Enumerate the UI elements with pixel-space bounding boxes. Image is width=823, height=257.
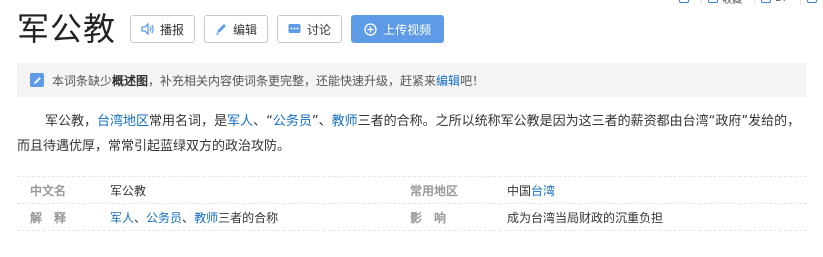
info-value-chinese-name: 军公教 [110, 183, 147, 198]
info-link-civil-servant[interactable]: 公务员 [146, 211, 182, 225]
info-key-explanation: 解释 [30, 210, 79, 225]
read-aloud-label: 播报 [160, 22, 185, 37]
missing-image-notice: 本词条缺少 概述图 ，补充相关内容使词条更完整，还能快速升级，赶紧来 编辑 吧！ [17, 63, 806, 97]
top-toolbar: 收藏 27 [673, 0, 823, 6]
thumb-up-icon [761, 0, 772, 3]
info-link-teacher[interactable]: 教师 [194, 211, 218, 225]
like-button[interactable]: 27 [754, 0, 794, 5]
link-taiwan[interactable]: 台湾 [531, 184, 555, 198]
title-row: 军公教 播报 编辑 讨论 上传视频 [17, 6, 453, 52]
notice-middle: ，补充相关内容使词条更完整，还能快速升级，赶紧来 [148, 73, 437, 88]
like-count: 27 [775, 0, 788, 4]
share-button[interactable] [673, 0, 695, 5]
speaker-icon [141, 23, 154, 35]
link-civil-servant[interactable]: 公务员 [273, 114, 312, 129]
page-title: 军公教 [17, 10, 117, 48]
summary-text-2: 常用名词，是 [149, 114, 228, 129]
edit-note-icon [30, 73, 44, 87]
notice-edit-link[interactable]: 编辑 [436, 72, 460, 89]
notice-prefix: 本词条缺少 [52, 73, 113, 88]
pencil-icon [216, 24, 227, 35]
link-teacher[interactable]: 教师 [332, 114, 358, 129]
share-icon [679, 0, 690, 3]
info-key-region: 常用地区 [410, 183, 459, 198]
plus-circle-icon [364, 22, 377, 36]
more-icon [807, 0, 817, 3]
upload-video-button[interactable]: 上传视频 [351, 15, 445, 43]
discuss-label: 讨论 [307, 22, 332, 37]
notice-suffix: 吧！ [460, 73, 485, 88]
info-sep-2: 、 [182, 210, 195, 225]
link-soldier[interactable]: 军人 [227, 114, 253, 129]
comment-icon [288, 24, 301, 33]
summary-paragraph: 军公教，台湾地区常用名词，是军人、“公务员”、教师三者的合称。之所以统称军公教是… [17, 109, 807, 159]
info-explanation-tail: 三者的合称 [218, 210, 279, 225]
summary-text-4: ”、 [311, 114, 332, 129]
discuss-button[interactable]: 讨论 [277, 15, 343, 43]
read-aloud-button[interactable]: 播报 [130, 15, 196, 43]
basic-info-table: 中文名 军公教 常用地区 中国台湾 解释 军人、公务员、教师三者的合称 影响 成… [17, 176, 807, 231]
star-icon [708, 0, 719, 3]
info-sep-1: 、 [134, 210, 147, 225]
summary-text-1: 军公教， [45, 114, 98, 129]
link-taiwan-region[interactable]: 台湾地区 [97, 114, 149, 129]
info-key-chinese-name: 中文名 [30, 183, 67, 198]
notice-highlight: 概述图 [112, 73, 149, 88]
edit-button[interactable]: 编辑 [204, 15, 269, 43]
upload-video-label: 上传视频 [383, 22, 432, 37]
info-value-impact: 成为台湾当局财政的沉重负担 [507, 210, 664, 225]
info-link-soldier[interactable]: 军人 [110, 211, 134, 225]
collect-label: 收藏 [722, 0, 743, 6]
region-text: 中国 [507, 183, 532, 198]
info-row: 中文名 军公教 常用地区 中国台湾 [17, 176, 807, 204]
info-row: 解释 军人、公务员、教师三者的合称 影响 成为台湾当局财政的沉重负担 [17, 204, 807, 231]
more-button[interactable] [800, 0, 823, 5]
edit-label: 编辑 [233, 22, 258, 37]
info-key-impact: 影响 [410, 210, 459, 225]
summary-text-3: 、“ [253, 114, 273, 129]
collect-button[interactable]: 收藏 [701, 0, 748, 6]
info-value-explanation: 军人、公务员、教师三者的合称 [110, 209, 410, 226]
info-value-region: 中国台湾 [507, 182, 555, 199]
